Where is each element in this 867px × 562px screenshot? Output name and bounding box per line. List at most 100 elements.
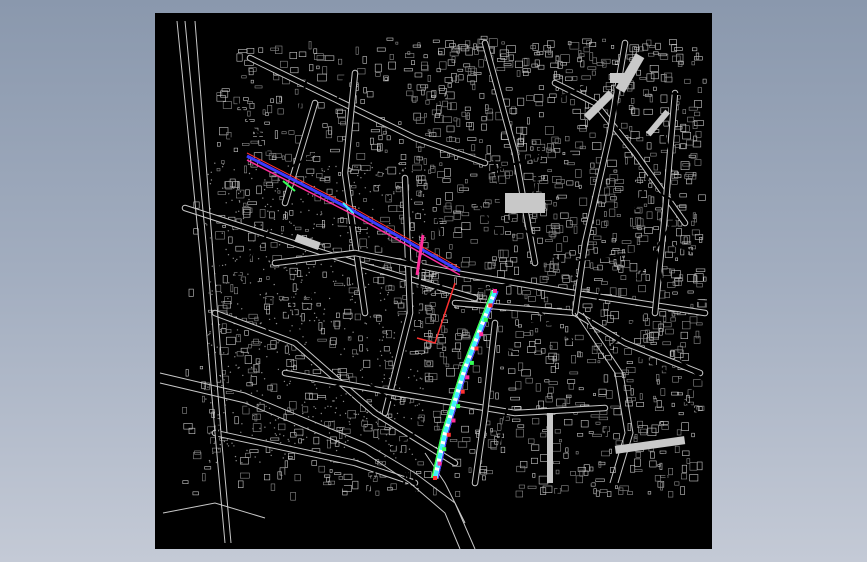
field-dot [254, 456, 256, 458]
building-outline [322, 66, 328, 75]
building-outline [655, 207, 662, 211]
field-dot [366, 411, 368, 414]
building-outline [685, 172, 694, 177]
building-outline [346, 373, 354, 378]
building-outline [545, 239, 553, 243]
building-outline [658, 327, 663, 336]
building-outline [416, 84, 426, 91]
building-outline [359, 238, 367, 247]
building-outline [627, 423, 632, 431]
building-outline [274, 130, 278, 139]
building-outline [637, 420, 643, 428]
building-outline [468, 261, 476, 266]
field-dot [356, 166, 358, 168]
building-outline [511, 218, 518, 222]
field-dot [422, 388, 424, 390]
field-dot [238, 335, 240, 337]
building-outline [497, 270, 505, 278]
building-outline [659, 450, 667, 454]
building-outline [464, 106, 471, 112]
building-outline [479, 139, 483, 144]
building-outline [589, 466, 594, 472]
building-outline [545, 52, 553, 58]
field-dot [349, 418, 351, 420]
building-outline [415, 213, 421, 220]
field-dot [321, 245, 324, 247]
building-outline [512, 234, 518, 242]
building-outline [606, 491, 612, 497]
building-outline [393, 300, 398, 304]
building-outline [516, 70, 521, 77]
building-outline [446, 367, 455, 377]
building-outline [457, 184, 464, 193]
field-dot [389, 352, 392, 354]
building-outline [277, 471, 282, 480]
field-dot [235, 460, 237, 462]
field-dot [237, 303, 239, 305]
building-outline [249, 449, 259, 454]
building-outline [311, 460, 318, 466]
building-outline [430, 164, 435, 169]
building-outline [653, 164, 659, 171]
field-dot [227, 230, 229, 232]
field-dot [220, 292, 222, 294]
building-outline [403, 68, 413, 72]
building-outline [651, 424, 659, 433]
building-outline [414, 72, 423, 78]
field-dot [218, 448, 220, 450]
field-dot [387, 291, 390, 294]
field-dot [302, 201, 304, 203]
field-dot [210, 171, 212, 173]
building-outline [238, 480, 244, 488]
building-outline [595, 490, 600, 497]
field-dot [262, 197, 264, 199]
building-outline [674, 481, 680, 486]
building-outline [387, 166, 397, 175]
building-outline [577, 432, 584, 437]
building-outline [278, 296, 285, 301]
field-dot [291, 234, 293, 236]
field-dot [375, 174, 377, 176]
field-dot [377, 428, 379, 431]
building-outline [500, 446, 506, 454]
field-dot [247, 273, 249, 275]
building-outline [414, 201, 423, 205]
building-outline [624, 348, 632, 355]
field-dot [314, 384, 316, 386]
building-outline [270, 98, 274, 103]
minor-street [194, 80, 242, 87]
building-outline [302, 302, 312, 310]
field-dot [270, 454, 272, 457]
building-outline [278, 423, 286, 431]
minor-street [229, 132, 266, 140]
building-outline [255, 358, 261, 364]
field-dot [422, 195, 425, 197]
route-marker [488, 303, 493, 308]
rail-line [162, 502, 266, 519]
building-outline [399, 162, 407, 166]
building-outline [538, 400, 544, 409]
route-marker [456, 404, 461, 409]
field-dot [301, 275, 303, 278]
field-dot [364, 322, 366, 324]
building-outline [481, 123, 487, 131]
field-dot [351, 295, 353, 298]
field-dot [359, 232, 361, 234]
building-outline [601, 240, 606, 243]
field-dot [376, 186, 378, 189]
building-outline [248, 67, 257, 72]
building-outline [477, 346, 483, 355]
field-dot [238, 201, 241, 203]
building-outline [511, 418, 521, 422]
building-outline [619, 485, 629, 491]
field-dot [235, 352, 237, 354]
field-dot [393, 453, 395, 455]
field-dot [258, 361, 260, 363]
building-outline [601, 450, 610, 457]
building-outline [288, 455, 293, 459]
building-outline [544, 303, 553, 308]
building-outline [432, 273, 439, 280]
field-dot [249, 282, 252, 284]
building-outline [633, 436, 638, 442]
cad-drawing-viewport[interactable] [155, 13, 712, 549]
